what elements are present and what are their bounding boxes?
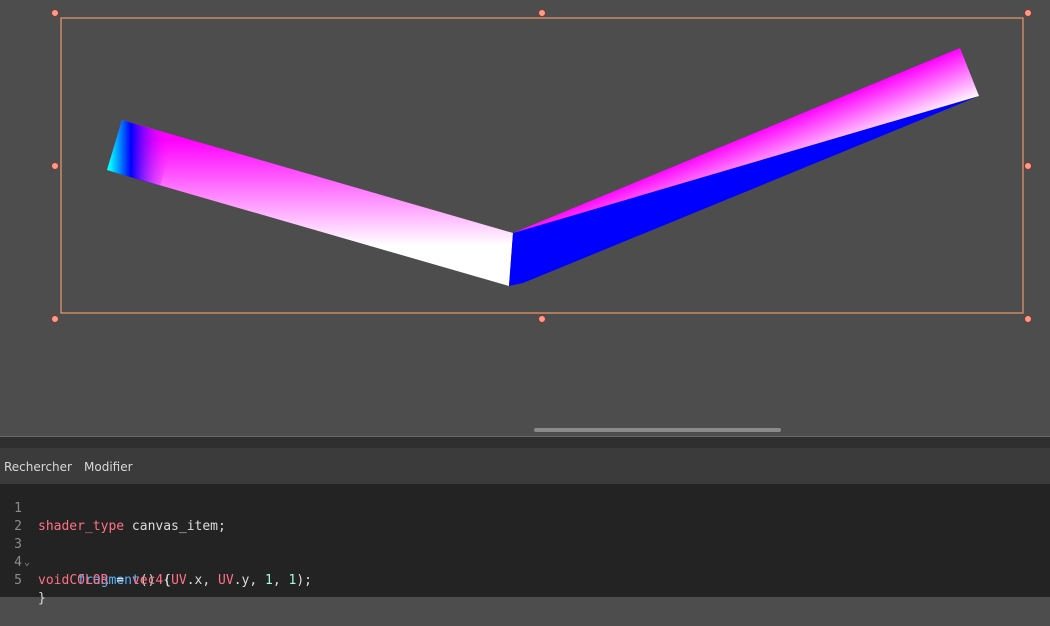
resize-handle-icon xyxy=(538,315,546,323)
line-number: 5 xyxy=(14,573,22,588)
code-token: ( xyxy=(163,573,172,588)
code-token: .y, xyxy=(233,573,266,588)
code-line-1: 1 shader_type canvas_item; xyxy=(0,482,1050,534)
code-text: COLOR = vec4(UV.x, UV.y, 1, 1); xyxy=(38,572,312,590)
code-text: } xyxy=(38,590,46,608)
resize-handle-icon xyxy=(538,9,546,17)
code-token: , xyxy=(272,573,289,588)
code-token: .x, xyxy=(186,573,219,588)
horizontal-scrollbar[interactable] xyxy=(534,428,781,432)
code-token: } xyxy=(38,591,46,606)
code-line-5: 5 } xyxy=(0,554,1050,606)
resize-handle-icon xyxy=(51,9,59,17)
code-line-2: 2 xyxy=(0,500,1050,534)
menu-search[interactable]: Rechercher xyxy=(4,460,72,474)
line-segment-right-top xyxy=(513,48,979,233)
panel-splitter[interactable] xyxy=(0,436,1050,448)
canvas-viewport[interactable] xyxy=(0,0,1050,436)
code-line-4: 4 COLOR = vec4(UV.x, UV.y, 1, 1); xyxy=(0,536,1050,588)
code-editor[interactable]: 1 shader_type canvas_item; 2 3 ⌄ void fr… xyxy=(0,482,1050,606)
builtin-uv: UV xyxy=(218,573,234,588)
resize-handle-icon xyxy=(51,315,59,323)
code-line-3: 3 ⌄ void fragment() { xyxy=(0,518,1050,588)
code-token: ); xyxy=(296,573,312,588)
builtin-uv: UV xyxy=(171,573,187,588)
shader-editor-menubar: Rechercher Modifier xyxy=(0,448,1050,484)
resize-handle-icon xyxy=(1024,162,1032,170)
number-literal: 1 xyxy=(265,573,273,588)
code-token: = xyxy=(108,573,132,588)
resize-handle-icon xyxy=(1024,9,1032,17)
builtin-color: COLOR xyxy=(69,573,109,588)
line-segment-right-bottom xyxy=(509,96,979,286)
resize-handle-icon xyxy=(51,162,59,170)
menu-edit[interactable]: Modifier xyxy=(84,460,133,474)
type-vec4: vec4 xyxy=(131,573,164,588)
viewport-drawing xyxy=(51,9,1032,323)
resize-handle-icon xyxy=(1024,315,1032,323)
